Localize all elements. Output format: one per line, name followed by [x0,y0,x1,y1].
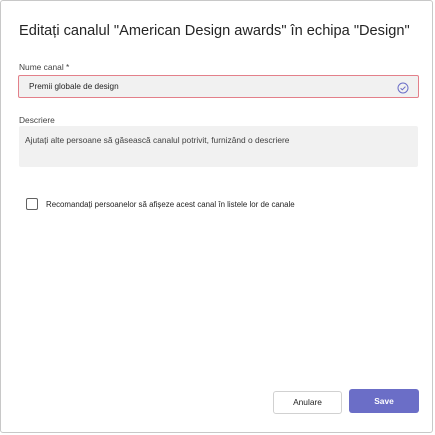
recommend-channel-label[interactable]: Recomandați persoanelor să afișeze acest… [46,200,295,209]
cancel-button[interactable]: Anulare [273,391,342,414]
description-input[interactable]: Ajutați alte persoane să găsească canalu… [19,126,418,167]
channel-name-value[interactable]: Premii globale de design [29,82,119,91]
save-button[interactable]: Save [349,389,419,413]
channel-name-label: Nume canal * [19,62,70,72]
check-circle-icon [397,81,409,94]
description-placeholder: Ajutați alte persoane să găsească canalu… [25,135,290,145]
recommend-channel-checkbox[interactable] [26,198,38,210]
channel-name-input[interactable]: Premii globale de design [18,75,419,98]
edit-channel-dialog: Editați canalul "American Design awards"… [0,0,433,433]
dialog-title: Editați canalul "American Design awards"… [19,23,410,39]
description-label: Descriere [19,115,55,125]
